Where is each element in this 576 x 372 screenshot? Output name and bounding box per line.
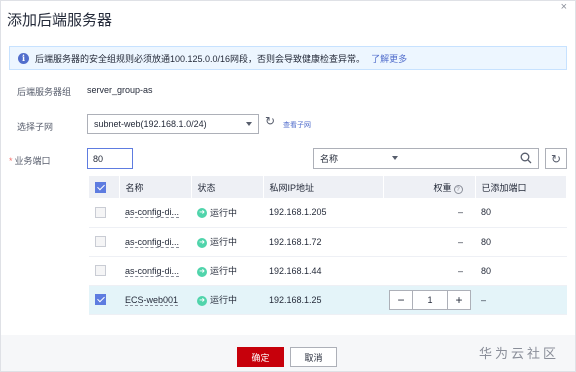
row-added-port: 80: [475, 256, 567, 286]
header-weight-cell: 权重?: [383, 176, 476, 198]
row-checkbox-cell[interactable]: [89, 198, 119, 228]
subnet-label: 选择子网: [17, 122, 54, 132]
view-subnet-link[interactable]: 查看子网: [283, 120, 311, 130]
select-all-checkbox[interactable]: [95, 181, 106, 193]
row-status: 运行中: [210, 237, 238, 247]
row-status: 运行中: [210, 266, 238, 276]
row-name[interactable]: as-config-di...: [125, 265, 180, 277]
subnet-select[interactable]: subnet-web(192.168.1.0/24): [87, 114, 259, 134]
learn-more-link[interactable]: 了解更多: [371, 52, 407, 65]
help-icon[interactable]: ?: [453, 184, 463, 194]
confirm-button[interactable]: 确定: [237, 347, 284, 367]
cancel-button[interactable]: 取消: [290, 347, 337, 367]
row-checkbox-cell[interactable]: [89, 227, 119, 257]
row-ip: 192.168.1.44: [263, 256, 383, 286]
subnet-select-value: subnet-web(192.168.1.0/24): [94, 119, 207, 129]
row-added-port: –: [475, 285, 567, 315]
search-icon[interactable]: [520, 152, 532, 164]
row-status-cell: ➜ 运行中: [191, 198, 263, 228]
table-row[interactable]: as-config-di... ➜ 运行中 192.168.1.44 – 80: [89, 256, 567, 286]
row-added-port: 80: [475, 227, 567, 257]
notice-text: 后端服务器的安全组规则必须放通100.125.0.0/16网段，否则会导致健康检…: [35, 53, 366, 64]
row-name[interactable]: as-config-di...: [125, 236, 180, 248]
server-group-label: 后端服务器组: [17, 87, 72, 97]
increment-button[interactable]: +: [448, 291, 470, 309]
weight-stepper[interactable]: − 1 +: [389, 289, 471, 310]
select-all-cell[interactable]: [89, 176, 120, 198]
refresh-subnet-icon[interactable]: ↻: [265, 114, 275, 128]
port-input[interactable]: 80: [87, 148, 133, 169]
row-checkbox-cell[interactable]: [89, 256, 119, 286]
row-checkbox[interactable]: [95, 236, 106, 248]
row-name[interactable]: as-config-di...: [125, 207, 180, 219]
row-status: 运行中: [210, 295, 238, 305]
port-label: 业务端口: [14, 156, 51, 166]
row-name-cell: as-config-di...: [119, 198, 191, 228]
decrement-button[interactable]: −: [390, 291, 412, 309]
security-notice: i 后端服务器的安全组规则必须放通100.125.0.0/16网段，否则会导致健…: [9, 46, 567, 70]
search-input[interactable]: [404, 148, 539, 169]
row-weight: –: [383, 227, 475, 257]
dialog-title: 添加后端服务器: [7, 12, 113, 29]
row-ip: 192.168.1.205: [263, 198, 383, 228]
table-row[interactable]: ECS-web001 ➜ 运行中 192.168.1.25 − 1 + –: [89, 285, 567, 315]
running-status-icon: ➜: [197, 237, 207, 248]
table-row[interactable]: as-config-di... ➜ 运行中 192.168.1.72 – 80: [89, 227, 567, 257]
server-table: 名称 状态 私网IP地址 权重? 已添加端口 as-config-di... ➜…: [89, 176, 567, 315]
row-status-cell: ➜ 运行中: [191, 227, 263, 257]
weight-value[interactable]: 1: [412, 290, 448, 309]
search-filter-select[interactable]: 名称: [313, 148, 405, 169]
row-ip: 192.168.1.25: [263, 285, 383, 315]
row-status-cell: ➜ 运行中: [191, 256, 263, 286]
header-name: 名称: [119, 176, 192, 198]
add-backend-server-dialog: 添加后端服务器 × i 后端服务器的安全组规则必须放通100.125.0.0/1…: [0, 0, 576, 372]
row-weight: –: [383, 198, 475, 228]
row-status-cell: ➜ 运行中: [191, 285, 263, 315]
close-icon[interactable]: ×: [561, 1, 567, 13]
row-weight: –: [383, 256, 475, 286]
header-weight: 权重: [433, 182, 452, 193]
port-label-row: * 业务端口: [9, 154, 51, 167]
row-status: 运行中: [210, 207, 238, 218]
row-name-cell: as-config-di...: [119, 227, 191, 257]
table-row[interactable]: as-config-di... ➜ 运行中 192.168.1.205 – 80: [89, 198, 567, 228]
running-status-icon: ➜: [197, 266, 207, 277]
refresh-icon: ↻: [550, 151, 562, 166]
chevron-down-icon: [246, 122, 252, 126]
required-mark: *: [9, 156, 13, 166]
server-group-value: server_group-as: [87, 85, 153, 95]
running-status-icon: ➜: [197, 208, 207, 219]
info-icon: i: [18, 52, 29, 64]
row-name-cell: as-config-di...: [119, 256, 191, 286]
row-checkbox[interactable]: [95, 265, 106, 277]
row-checkbox-cell[interactable]: [89, 285, 119, 315]
chevron-down-icon: [392, 156, 398, 160]
refresh-list-button[interactable]: ↻: [545, 148, 567, 169]
row-name[interactable]: ECS-web001: [125, 294, 179, 306]
header-ip: 私网IP地址: [263, 176, 384, 198]
header-added-port: 已添加端口: [475, 176, 567, 198]
running-status-icon: ➜: [197, 295, 207, 306]
row-added-port: 80: [475, 198, 567, 228]
row-weight-cell: − 1 +: [383, 285, 475, 315]
watermark-logo: 华为云社区: [479, 346, 560, 361]
search-filter-value: 名称: [320, 154, 339, 164]
row-name-cell: ECS-web001: [119, 285, 191, 315]
row-checkbox[interactable]: [95, 294, 106, 306]
row-ip: 192.168.1.72: [263, 227, 383, 257]
header-status: 状态: [191, 176, 264, 198]
table-header-row: 名称 状态 私网IP地址 权重? 已添加端口: [89, 176, 567, 198]
row-checkbox[interactable]: [95, 206, 106, 218]
